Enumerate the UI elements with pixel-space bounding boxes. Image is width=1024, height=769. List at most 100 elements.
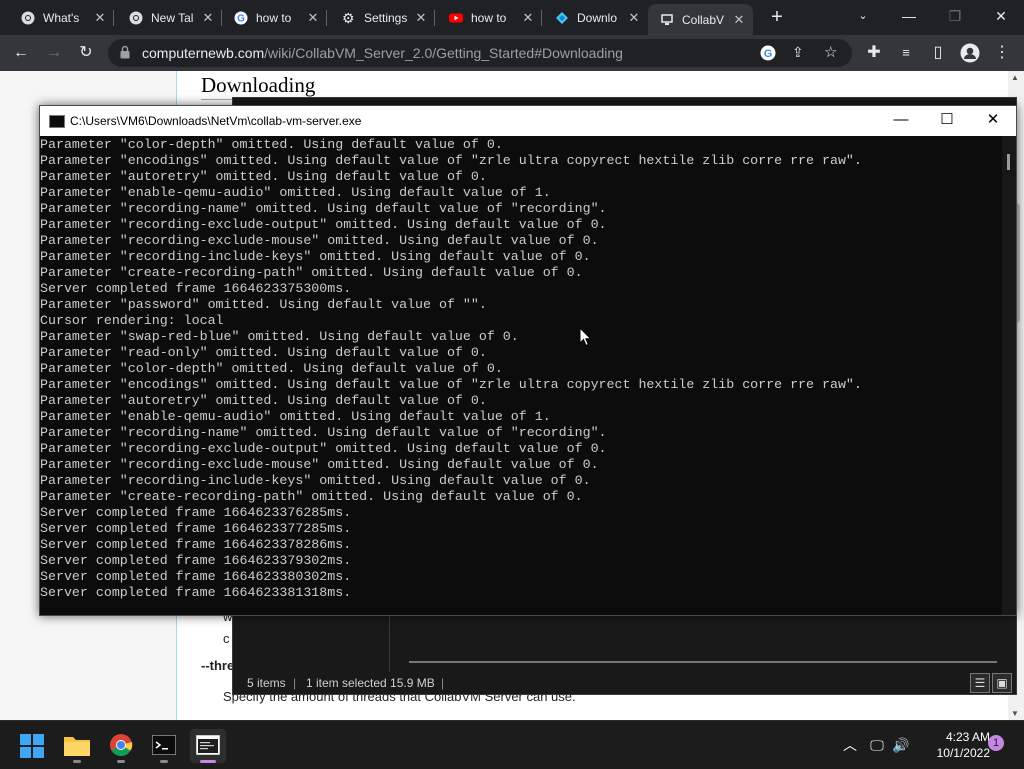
- running-indicator: [73, 760, 81, 763]
- tab-whats[interactable]: What's ✕: [9, 4, 114, 31]
- console-title-bar[interactable]: C:\Users\VM6\Downloads\NetVm\collab-vm-s…: [40, 106, 1016, 136]
- start-button[interactable]: [14, 729, 50, 763]
- tab-separator: [113, 10, 114, 26]
- console-line: Parameter "color-depth" omitted. Using d…: [40, 137, 503, 152]
- bookmark-star-icon[interactable]: ☆: [824, 43, 837, 61]
- taskbar-file-explorer[interactable]: [59, 729, 95, 763]
- new-tab-button[interactable]: +: [766, 6, 788, 28]
- console-line: Parameter "recording-exclude-mouse" omit…: [40, 233, 599, 248]
- tab-how-to-google[interactable]: G how to ✕: [222, 4, 327, 31]
- windows-taskbar: ︿ 🖵 🔊 4:23 AM 10/1/2022: [0, 720, 1024, 769]
- console-line: Parameter "autoretry" omitted. Using def…: [40, 169, 487, 184]
- clock-date: 10/1/2022: [936, 746, 990, 760]
- console-output[interactable]: Parameter "color-depth" omitted. Using d…: [40, 136, 1000, 606]
- taskbar-chrome[interactable]: [103, 729, 139, 763]
- tab-title: Settings: [364, 10, 408, 25]
- close-icon[interactable]: ✕: [731, 12, 747, 28]
- volume-icon[interactable]: 🔊: [890, 721, 912, 769]
- chrome-icon: [21, 11, 35, 24]
- tab-download[interactable]: Downlo ✕: [543, 4, 648, 31]
- taskbar-clock[interactable]: 4:23 AM 10/1/2022: [918, 729, 990, 761]
- tab-title: how to: [256, 10, 292, 25]
- tab-separator: [326, 10, 327, 26]
- tab-collabvm[interactable]: CollabV ✕: [648, 4, 753, 35]
- gear-icon: ⚙: [342, 9, 355, 26]
- tab-new-tab[interactable]: New Tal ✕: [117, 4, 222, 31]
- close-icon[interactable]: ✕: [413, 10, 429, 26]
- google-lens-icon[interactable]: G: [760, 45, 776, 61]
- mouse-cursor-icon: [579, 327, 592, 347]
- tab-how-to-youtube[interactable]: how to ✕: [437, 4, 542, 31]
- close-icon[interactable]: ✕: [626, 10, 642, 26]
- close-icon[interactable]: ✕: [200, 10, 216, 26]
- status-separator: |: [441, 676, 445, 690]
- file-explorer-icon: [64, 737, 90, 756]
- network-icon[interactable]: 🖵: [866, 721, 888, 769]
- start-icon: [20, 734, 44, 758]
- address-bar[interactable]: computernewb.com/wiki/CollabVM_Server_2.…: [108, 39, 852, 67]
- maximize-button[interactable]: ☐: [924, 106, 970, 136]
- svg-text:G: G: [237, 13, 245, 24]
- close-button[interactable]: ✕: [970, 106, 1016, 136]
- console-line: Parameter "swap-red-blue" omitted. Using…: [40, 329, 519, 344]
- minimize-button[interactable]: —: [878, 106, 924, 136]
- console-line: Parameter "recording-name" omitted. Usin…: [40, 201, 607, 216]
- notification-badge[interactable]: 1: [988, 735, 1004, 751]
- console-window: C:\Users\VM6\Downloads\NetVm\collab-vm-s…: [39, 105, 1017, 616]
- forward-icon[interactable]: →: [42, 41, 66, 65]
- tab-separator: [434, 10, 435, 26]
- console-line: Server completed frame 1664623378286ms.: [40, 537, 352, 552]
- profile-avatar-icon[interactable]: [960, 43, 980, 63]
- close-window-button[interactable]: ✕: [978, 0, 1024, 32]
- console-line: Server completed frame 1664623381318ms.: [40, 585, 352, 600]
- console-line: Parameter "color-depth" omitted. Using d…: [40, 361, 503, 376]
- taskbar-terminal[interactable]: [146, 729, 182, 763]
- console-line: Parameter "recording-include-keys" omitt…: [40, 473, 591, 488]
- console-title: C:\Users\VM6\Downloads\NetVm\collab-vm-s…: [70, 114, 362, 128]
- running-indicator: [160, 760, 168, 763]
- tab-title: how to: [471, 10, 507, 25]
- reload-icon[interactable]: ↻: [74, 41, 98, 65]
- tab-search-icon[interactable]: ⌄: [840, 0, 886, 32]
- chrome-icon: [129, 11, 143, 24]
- minimize-button[interactable]: —: [886, 0, 932, 32]
- scroll-down-icon[interactable]: ▼: [1011, 709, 1019, 718]
- console-line: Server completed frame 1664623379302ms.: [40, 553, 352, 568]
- share-icon[interactable]: ⇪: [792, 44, 804, 61]
- browser-tab-strip: What's ✕ New Tal ✕ G how to ✕ ⚙ Settings…: [0, 0, 1024, 35]
- console-line: Parameter "recording-name" omitted. Usin…: [40, 425, 607, 440]
- large-icons-view-icon[interactable]: ▣: [992, 673, 1012, 693]
- details-view-icon[interactable]: ☰: [970, 673, 990, 693]
- console-line: Cursor rendering: local: [40, 313, 224, 328]
- clock-time: 4:23 AM: [945, 730, 990, 744]
- tab-separator: [541, 10, 542, 26]
- console-scrollbar[interactable]: [1002, 136, 1016, 615]
- tab-settings[interactable]: ⚙ Settings ✕: [330, 4, 435, 31]
- taskbar-collab-vm-server[interactable]: [190, 729, 226, 763]
- running-indicator: [117, 760, 125, 763]
- close-icon[interactable]: ✕: [92, 10, 108, 26]
- console-line: Parameter "autoretry" omitted. Using def…: [40, 393, 487, 408]
- close-icon[interactable]: ✕: [305, 10, 321, 26]
- side-panel-icon[interactable]: ▯: [926, 41, 950, 65]
- console-line: Server completed frame 1664623377285ms.: [40, 521, 352, 536]
- google-icon: G: [234, 11, 248, 24]
- console-line: Parameter "create-recording-path" omitte…: [40, 265, 583, 280]
- selection-info: 1 item selected 15.9 MB: [306, 676, 435, 690]
- close-icon[interactable]: ✕: [520, 10, 536, 26]
- horizontal-scrollbar[interactable]: [409, 661, 997, 663]
- scrollbar-thumb[interactable]: [1007, 154, 1010, 170]
- scroll-up-icon[interactable]: ▲: [1011, 73, 1019, 82]
- extensions-icon[interactable]: ✚: [862, 41, 886, 65]
- console-line: Parameter "encodings" omitted. Using def…: [40, 377, 862, 392]
- browser-toolbar: ← → ↻ computernewb.com/wiki/CollabVM_Ser…: [0, 35, 1024, 71]
- console-line: Parameter "enable-qemu-audio" omitted. U…: [40, 409, 551, 424]
- media-queue-icon[interactable]: ≡: [894, 41, 918, 65]
- section-heading: Downloading: [201, 73, 316, 97]
- back-icon[interactable]: ←: [9, 41, 33, 65]
- text-fragment: c: [223, 631, 230, 646]
- restore-button[interactable]: ❐: [932, 0, 978, 32]
- tab-title: CollabV: [682, 12, 725, 27]
- show-hidden-icons-chevron-icon[interactable]: ︿: [838, 721, 862, 769]
- chrome-menu-icon[interactable]: ⋮: [990, 41, 1014, 65]
